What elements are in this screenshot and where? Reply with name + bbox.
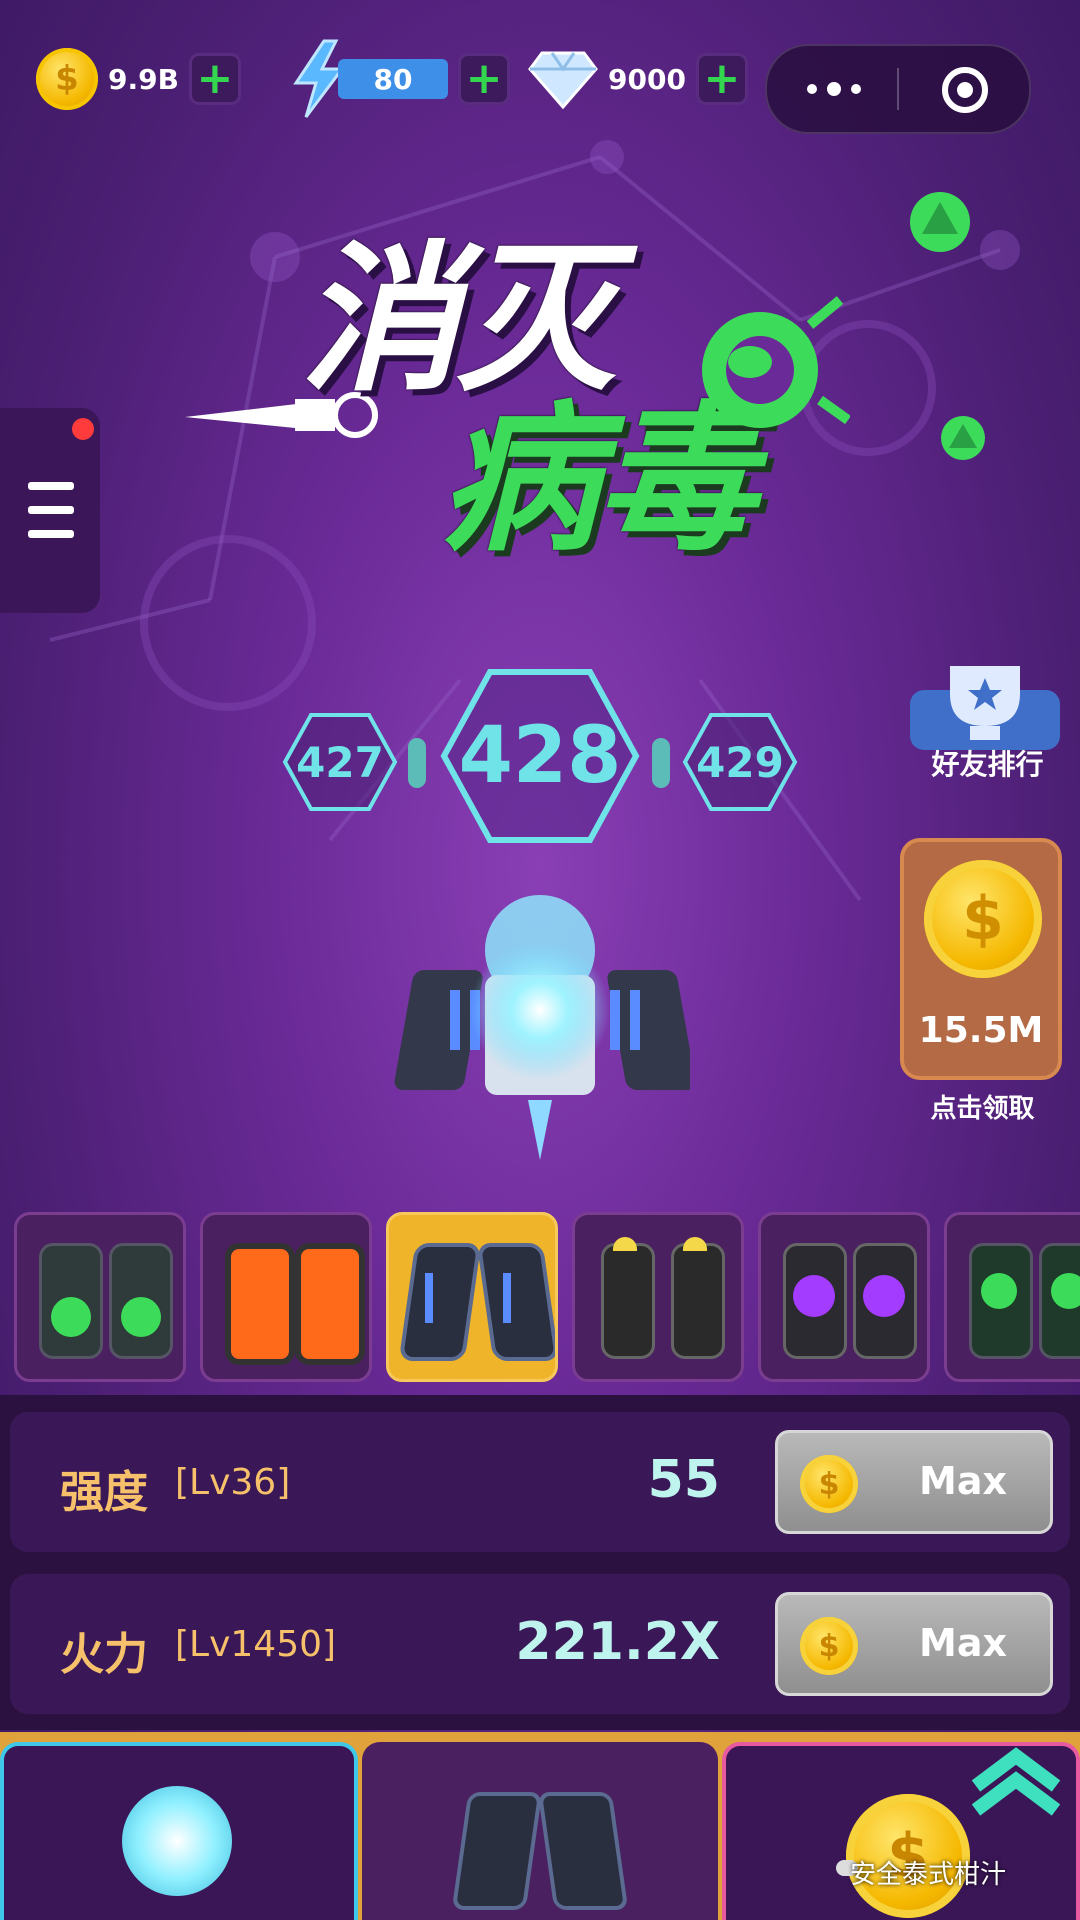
stat-name: 火力 xyxy=(60,1629,148,1680)
wing-icon xyxy=(537,1792,629,1910)
stat-value: 55 xyxy=(647,1450,720,1510)
small-virus-icon xyxy=(941,416,985,460)
weapon-accent xyxy=(683,1237,707,1251)
diamond-icon xyxy=(528,51,598,109)
menu-icon-bar xyxy=(28,506,74,514)
weapon-part xyxy=(476,1243,555,1361)
upgrade-strength-button[interactable]: $ Max xyxy=(775,1430,1053,1534)
stat-level: [Lv36] xyxy=(175,1462,291,1503)
weapon-part xyxy=(601,1243,655,1359)
max-label: Max xyxy=(919,1621,1007,1665)
target-close-icon[interactable] xyxy=(942,67,988,113)
friend-ranking-label[interactable]: 好友排行 xyxy=(915,743,1060,783)
energy-resource: 80 + xyxy=(290,39,510,118)
weapon-part xyxy=(225,1243,295,1365)
side-menu-button[interactable] xyxy=(0,408,100,613)
virus-icon xyxy=(702,296,850,428)
logo-title-line1: 消灭 xyxy=(300,226,616,413)
trophy-icon[interactable] xyxy=(910,660,1060,750)
weapon-slot-green-triple[interactable] xyxy=(944,1212,1080,1382)
menu-icon-bar xyxy=(28,530,74,538)
wing-icon xyxy=(451,1792,543,1910)
level-next[interactable]: 429 xyxy=(682,712,798,812)
weapon-accent xyxy=(1051,1273,1080,1309)
weapon-accent xyxy=(425,1273,433,1323)
stat-row-strength: 强度 [Lv36] 55 $ Max xyxy=(10,1412,1070,1552)
coin-icon: $ xyxy=(924,860,1042,978)
add-gems-button[interactable]: + xyxy=(695,53,748,105)
stat-level: [Lv1450] xyxy=(175,1624,337,1665)
level-current-label: 428 xyxy=(458,711,622,801)
weapon-accent xyxy=(793,1275,835,1317)
watermark: 安全泰式柑汁 xyxy=(850,1860,1007,1890)
weapon-slot-blue-wing[interactable] xyxy=(386,1212,558,1382)
gem-value: 9000 xyxy=(608,62,686,96)
weapon-slot-orange-cannon[interactable] xyxy=(200,1212,372,1382)
core-orb-icon xyxy=(122,1786,232,1896)
coin-icon: $ xyxy=(36,48,98,110)
coin-icon: $ xyxy=(800,1617,858,1675)
upgrade-firepower-button[interactable]: $ Max xyxy=(775,1592,1053,1696)
green-triangle-virus-icon xyxy=(910,192,970,252)
claim-label[interactable]: 点击领取 xyxy=(905,1088,1060,1125)
coin-tab[interactable]: $ xyxy=(722,1742,1080,1920)
weapon-accent xyxy=(121,1297,161,1337)
weapon-accent xyxy=(51,1297,91,1337)
weapon-part xyxy=(671,1243,725,1359)
spaceship xyxy=(394,895,690,1160)
core-tab[interactable] xyxy=(0,1742,358,1920)
coin-icon: $ xyxy=(800,1455,858,1513)
coin-resource: $ 9.9B + xyxy=(36,44,241,114)
capsule-divider xyxy=(897,68,899,110)
more-dots-icon[interactable] xyxy=(807,78,867,100)
weapon-accent xyxy=(863,1275,905,1317)
weapon-accent xyxy=(981,1273,1017,1309)
weapon-accent xyxy=(613,1237,637,1251)
level-connector xyxy=(652,738,670,788)
add-coins-button[interactable]: + xyxy=(188,53,241,105)
weapon-slot-yellow-missile[interactable] xyxy=(572,1212,744,1382)
level-next-label: 429 xyxy=(696,737,784,787)
add-energy-button[interactable]: + xyxy=(458,53,510,105)
weapon-part xyxy=(295,1243,365,1365)
notification-dot xyxy=(72,418,94,440)
bottom-nav: $ xyxy=(0,1732,1080,1920)
chevron-up-icon xyxy=(971,1747,1061,1816)
level-connector xyxy=(408,738,426,788)
weapon-slot-green-cannon[interactable] xyxy=(14,1212,186,1382)
claim-coins-card[interactable]: $ 15.5M xyxy=(900,838,1062,1080)
claim-amount: 15.5M xyxy=(918,1010,1044,1051)
menu-icon xyxy=(28,482,74,490)
energy-bar: 80 xyxy=(338,59,448,99)
max-label: Max xyxy=(919,1459,1007,1503)
gem-resource: 9000 + xyxy=(528,44,748,114)
energy-value: 80 xyxy=(373,62,413,96)
weapon-selector xyxy=(14,1212,1080,1382)
weapon-part xyxy=(398,1243,482,1361)
level-current: 428 xyxy=(440,668,640,844)
level-prev[interactable]: 427 xyxy=(282,712,398,812)
stat-name: 强度 xyxy=(60,1467,148,1518)
coin-value: 9.9B xyxy=(108,62,179,96)
level-prev-label: 427 xyxy=(296,737,384,787)
weapon-accent xyxy=(503,1273,511,1323)
stat-value: 221.2X xyxy=(515,1612,720,1672)
wing-tab[interactable] xyxy=(362,1742,718,1920)
weapon-slot-purple-orb[interactable] xyxy=(758,1212,930,1382)
stat-row-firepower: 火力 [Lv1450] 221.2X $ Max xyxy=(10,1574,1070,1714)
mini-program-capsule xyxy=(765,44,1031,134)
